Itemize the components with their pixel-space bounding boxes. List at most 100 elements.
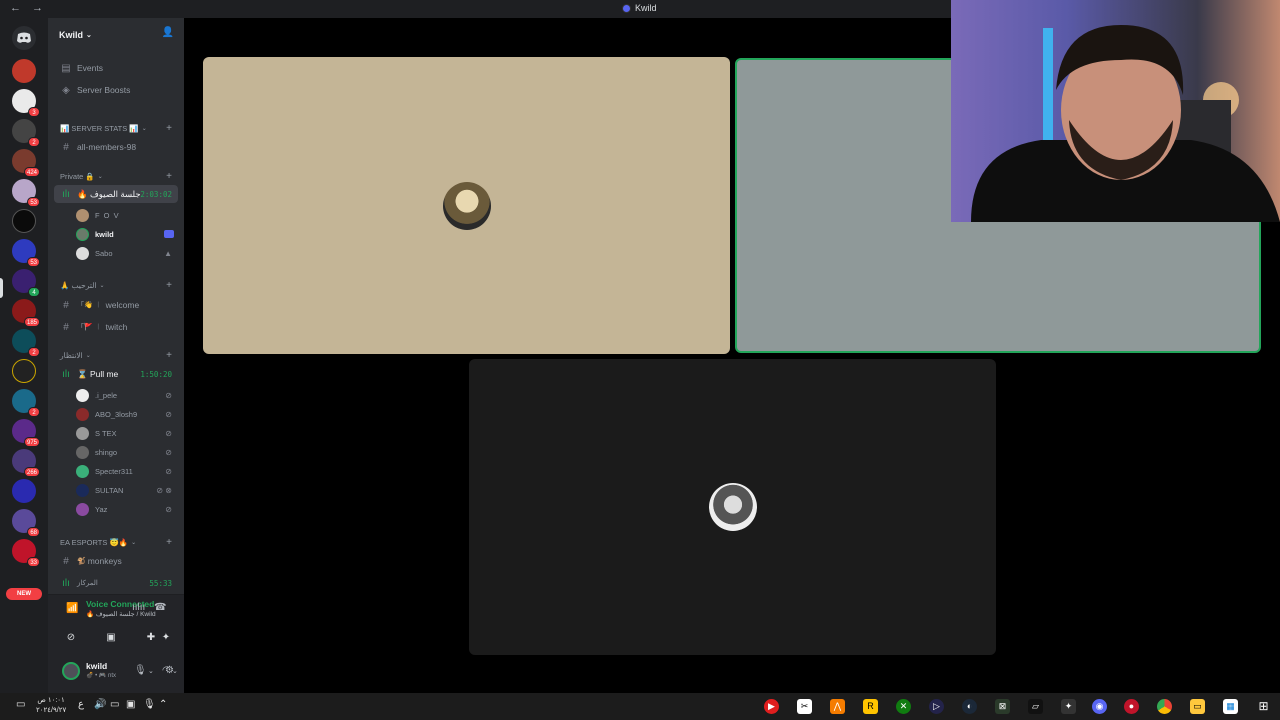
events-item[interactable]: ▤ Events bbox=[54, 59, 178, 77]
app-icon[interactable]: ▱ bbox=[1028, 699, 1043, 714]
server-icon[interactable] bbox=[12, 359, 36, 383]
xbox-icon[interactable]: ✕ bbox=[896, 699, 911, 714]
file-explorer-icon[interactable]: ▭ bbox=[1190, 699, 1205, 714]
user-name[interactable]: kwild bbox=[86, 661, 107, 671]
chevron-up-icon[interactable]: ⌃ bbox=[159, 699, 167, 710]
voice-member[interactable]: .i_pele ⊘ bbox=[76, 386, 178, 404]
add-channel-icon[interactable]: + bbox=[166, 280, 172, 291]
avatar bbox=[76, 246, 89, 260]
soundboard-button[interactable]: ✦ bbox=[151, 627, 181, 647]
participant-tile[interactable] bbox=[469, 359, 996, 655]
voice-channel-center[interactable]: ılı المركاز 55:33 bbox=[54, 574, 178, 592]
channel-all-members[interactable]: # all-members-98 bbox=[54, 138, 178, 156]
noise-suppression-icon[interactable]: ıılıı bbox=[132, 602, 145, 613]
channel-sidebar: Kwild ⌄ 👤 ▤ Events ◈ Server Boosts 📊 SER… bbox=[48, 18, 184, 693]
screen-share-button[interactable]: ▣ bbox=[96, 627, 126, 647]
mention-badge: 2 bbox=[28, 137, 40, 147]
voice-member[interactable]: Specter311 ⊘ bbox=[76, 462, 178, 480]
server-icon[interactable] bbox=[12, 479, 36, 503]
voice-member[interactable]: ABO_3losh9 ⊘ bbox=[76, 405, 178, 423]
member-name: Yaz bbox=[95, 504, 108, 514]
taskbar-clock[interactable]: ١٠:٠١ ص ٢٠٢٤/٩/٢٧ bbox=[36, 696, 66, 716]
channel-label: 🔥 جلسة الصيوف bbox=[77, 188, 141, 199]
nav-arrows[interactable]: ← → bbox=[10, 2, 47, 14]
category-ea-esports[interactable]: EA ESPORTS 😇🔥 ⌄ + bbox=[60, 535, 178, 549]
voice-member[interactable]: S TEX ⊘ bbox=[76, 424, 178, 442]
server-icon[interactable]: 975 bbox=[12, 419, 40, 447]
channel-welcome[interactable]: # 「👋 ︱ welcome bbox=[54, 296, 178, 314]
add-channel-icon[interactable]: + bbox=[166, 350, 172, 361]
chevron-down-icon[interactable]: ⌄ bbox=[148, 667, 154, 675]
server-icon[interactable]: 185 bbox=[12, 299, 40, 327]
add-channel-icon[interactable]: + bbox=[166, 537, 172, 548]
app-icon[interactable]: ✦ bbox=[1061, 699, 1076, 714]
voice-member[interactable]: F O V bbox=[76, 206, 178, 224]
settings-gear-icon[interactable]: ⚙ bbox=[165, 665, 174, 676]
channel-twitch[interactable]: # 「🚩 ︱ twitch bbox=[54, 318, 178, 336]
category-waiting[interactable]: الانتظار ⌄ + bbox=[60, 348, 178, 362]
voice-member[interactable]: SULTAN ⊘ ⊗ bbox=[76, 481, 178, 499]
voice-member-self[interactable]: kwild bbox=[76, 225, 178, 243]
server-icon[interactable]: 266 bbox=[12, 449, 40, 477]
channel-label: twitch bbox=[105, 322, 128, 332]
server-icon[interactable]: 2 bbox=[12, 329, 40, 357]
voice-channel-active[interactable]: ılı 🔥 جلسة الصيوف 2:03:02 bbox=[54, 185, 178, 203]
server-icon[interactable]: 3 bbox=[12, 89, 40, 117]
chrome-icon[interactable] bbox=[1157, 699, 1172, 714]
channel-monkeys[interactable]: # 🐒 monkeys bbox=[54, 552, 178, 570]
discord-home-icon[interactable] bbox=[12, 26, 36, 50]
notification-icon[interactable]: ▭ bbox=[16, 699, 25, 710]
store-icon[interactable]: ▦ bbox=[1223, 699, 1238, 714]
server-icon[interactable]: 4 bbox=[12, 269, 40, 297]
rockstar-icon[interactable]: R bbox=[863, 699, 878, 714]
server-icon[interactable]: 53 bbox=[12, 179, 40, 207]
voice-channel-pullme[interactable]: ılı ⌛ Pull me 1:50:20 bbox=[54, 365, 178, 383]
microphone-icon[interactable]: 🎙 bbox=[143, 699, 156, 710]
member-name: kwild bbox=[95, 229, 114, 239]
participant-tile[interactable] bbox=[203, 57, 730, 354]
avatar bbox=[76, 208, 89, 222]
server-icon[interactable]: 2 bbox=[12, 389, 40, 417]
windows-start-icon[interactable]: ⊞ bbox=[1256, 699, 1271, 714]
server-icon[interactable] bbox=[12, 209, 36, 233]
youtube-icon[interactable]: ▶ bbox=[764, 699, 779, 714]
webcam-overlay bbox=[951, 0, 1280, 222]
camera-off-button[interactable]: ⊘ bbox=[56, 627, 86, 647]
obs-icon[interactable]: ● bbox=[1124, 699, 1139, 714]
app-icon[interactable]: ⋀ bbox=[830, 699, 845, 714]
server-boosts-item[interactable]: ◈ Server Boosts bbox=[54, 81, 178, 99]
volume-icon[interactable]: 🔊 bbox=[94, 699, 106, 710]
boosts-label: Server Boosts bbox=[77, 85, 131, 95]
server-icon[interactable] bbox=[12, 59, 36, 83]
category-private[interactable]: Private 🔒 ⌄ + bbox=[60, 169, 178, 183]
server-icon[interactable]: 53 bbox=[12, 239, 40, 267]
category-server-stats[interactable]: 📊 SERVER STATS 📊 ⌄ + bbox=[60, 121, 178, 135]
app-icon[interactable]: ⊠ bbox=[995, 699, 1010, 714]
add-channel-icon[interactable]: + bbox=[166, 123, 172, 134]
capcut-icon[interactable]: ✂ bbox=[797, 699, 812, 714]
media-player-icon[interactable]: ▷ bbox=[929, 699, 944, 714]
voice-member[interactable]: Yaz ⊘ bbox=[76, 500, 178, 518]
server-icon[interactable]: 424 bbox=[12, 149, 40, 177]
invite-people-icon[interactable]: 👤 bbox=[162, 27, 174, 38]
disconnect-icon[interactable]: ☎ bbox=[154, 602, 166, 613]
server-icon[interactable]: 2 bbox=[12, 119, 40, 147]
voice-member[interactable]: Sabo ▲ bbox=[76, 244, 178, 262]
discord-icon[interactable]: ◉ bbox=[1092, 699, 1107, 714]
server-icon[interactable]: 33 bbox=[12, 539, 40, 567]
category-welcome[interactable]: 🙏 الترحيب ⌄ + bbox=[60, 278, 178, 292]
network-icon[interactable]: ▭ bbox=[110, 699, 119, 710]
channel-label: ⌛ Pull me bbox=[77, 368, 119, 379]
steam-icon[interactable]: ◐ bbox=[962, 699, 977, 714]
voice-member[interactable]: shingo ⊘ bbox=[76, 443, 178, 461]
chevron-down-icon: ⌄ bbox=[86, 32, 92, 39]
events-label: Events bbox=[77, 63, 103, 73]
avatar[interactable] bbox=[62, 662, 80, 680]
guild-header[interactable]: Kwild ⌄ 👤 bbox=[48, 18, 184, 52]
channel-label: all-members-98 bbox=[77, 142, 137, 152]
microphone-icon[interactable]: 🎙 bbox=[134, 665, 147, 676]
tray-icon[interactable]: ▣ bbox=[126, 699, 135, 710]
input-language[interactable]: ع bbox=[78, 699, 84, 710]
server-icon[interactable]: 68 bbox=[12, 509, 40, 537]
add-channel-icon[interactable]: + bbox=[166, 171, 172, 182]
